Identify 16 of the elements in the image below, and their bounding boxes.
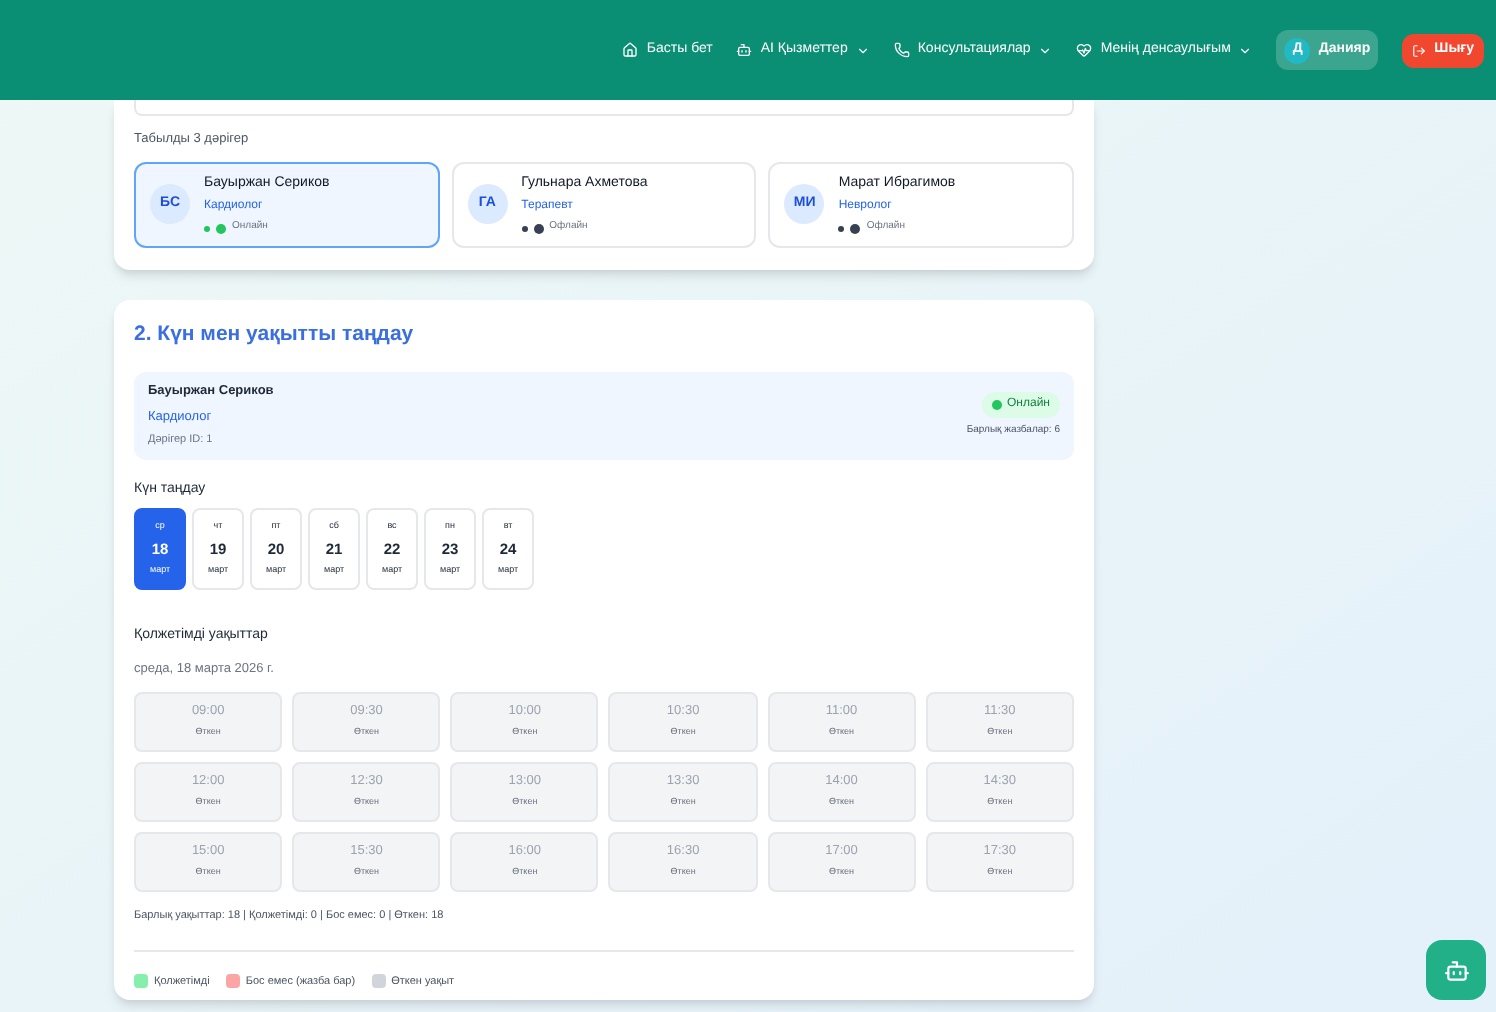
chatbot-button[interactable] (1426, 940, 1486, 1000)
home-icon (622, 42, 639, 58)
robot-icon (736, 42, 753, 58)
section-title: 2. Күн мен уақытты таңдау (134, 320, 414, 350)
caret-icon (1238, 43, 1253, 57)
status-icon (850, 223, 861, 233)
heart-icon (1076, 42, 1093, 58)
caret-icon (855, 43, 870, 57)
robot-icon (1443, 957, 1469, 983)
status-icon (991, 400, 1002, 410)
search-field[interactable] (134, 100, 1074, 116)
phone-icon (893, 42, 910, 58)
status-icon (216, 223, 226, 233)
logout-icon (1412, 43, 1427, 57)
caret-icon (1038, 43, 1053, 57)
status-icon (533, 223, 544, 233)
